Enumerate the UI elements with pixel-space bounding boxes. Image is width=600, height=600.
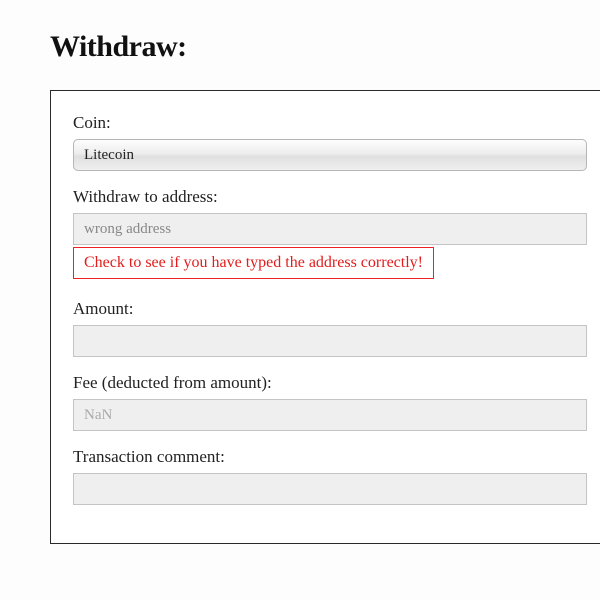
address-input[interactable] <box>73 213 587 245</box>
coin-select[interactable]: Litecoin <box>73 139 587 171</box>
amount-input[interactable] <box>73 325 587 357</box>
fee-display <box>73 399 587 431</box>
amount-label: Amount: <box>73 299 587 319</box>
coin-label: Coin: <box>73 113 587 133</box>
page-title: Withdraw: <box>50 30 600 64</box>
address-label: Withdraw to address: <box>73 187 587 207</box>
comment-input[interactable] <box>73 473 587 505</box>
address-field: Withdraw to address: Check to see if you… <box>73 187 587 283</box>
fee-field: Fee (deducted from amount): <box>73 373 587 431</box>
fee-label: Fee (deducted from amount): <box>73 373 587 393</box>
comment-field: Transaction comment: <box>73 447 587 505</box>
withdraw-form-panel: Coin: Litecoin Withdraw to address: Chec… <box>50 90 600 544</box>
withdraw-page: Withdraw: Coin: Litecoin Withdraw to add… <box>0 0 600 544</box>
coin-field: Coin: Litecoin <box>73 113 587 171</box>
amount-field: Amount: <box>73 299 587 357</box>
comment-label: Transaction comment: <box>73 447 587 467</box>
address-error-message: Check to see if you have typed the addre… <box>73 247 434 279</box>
